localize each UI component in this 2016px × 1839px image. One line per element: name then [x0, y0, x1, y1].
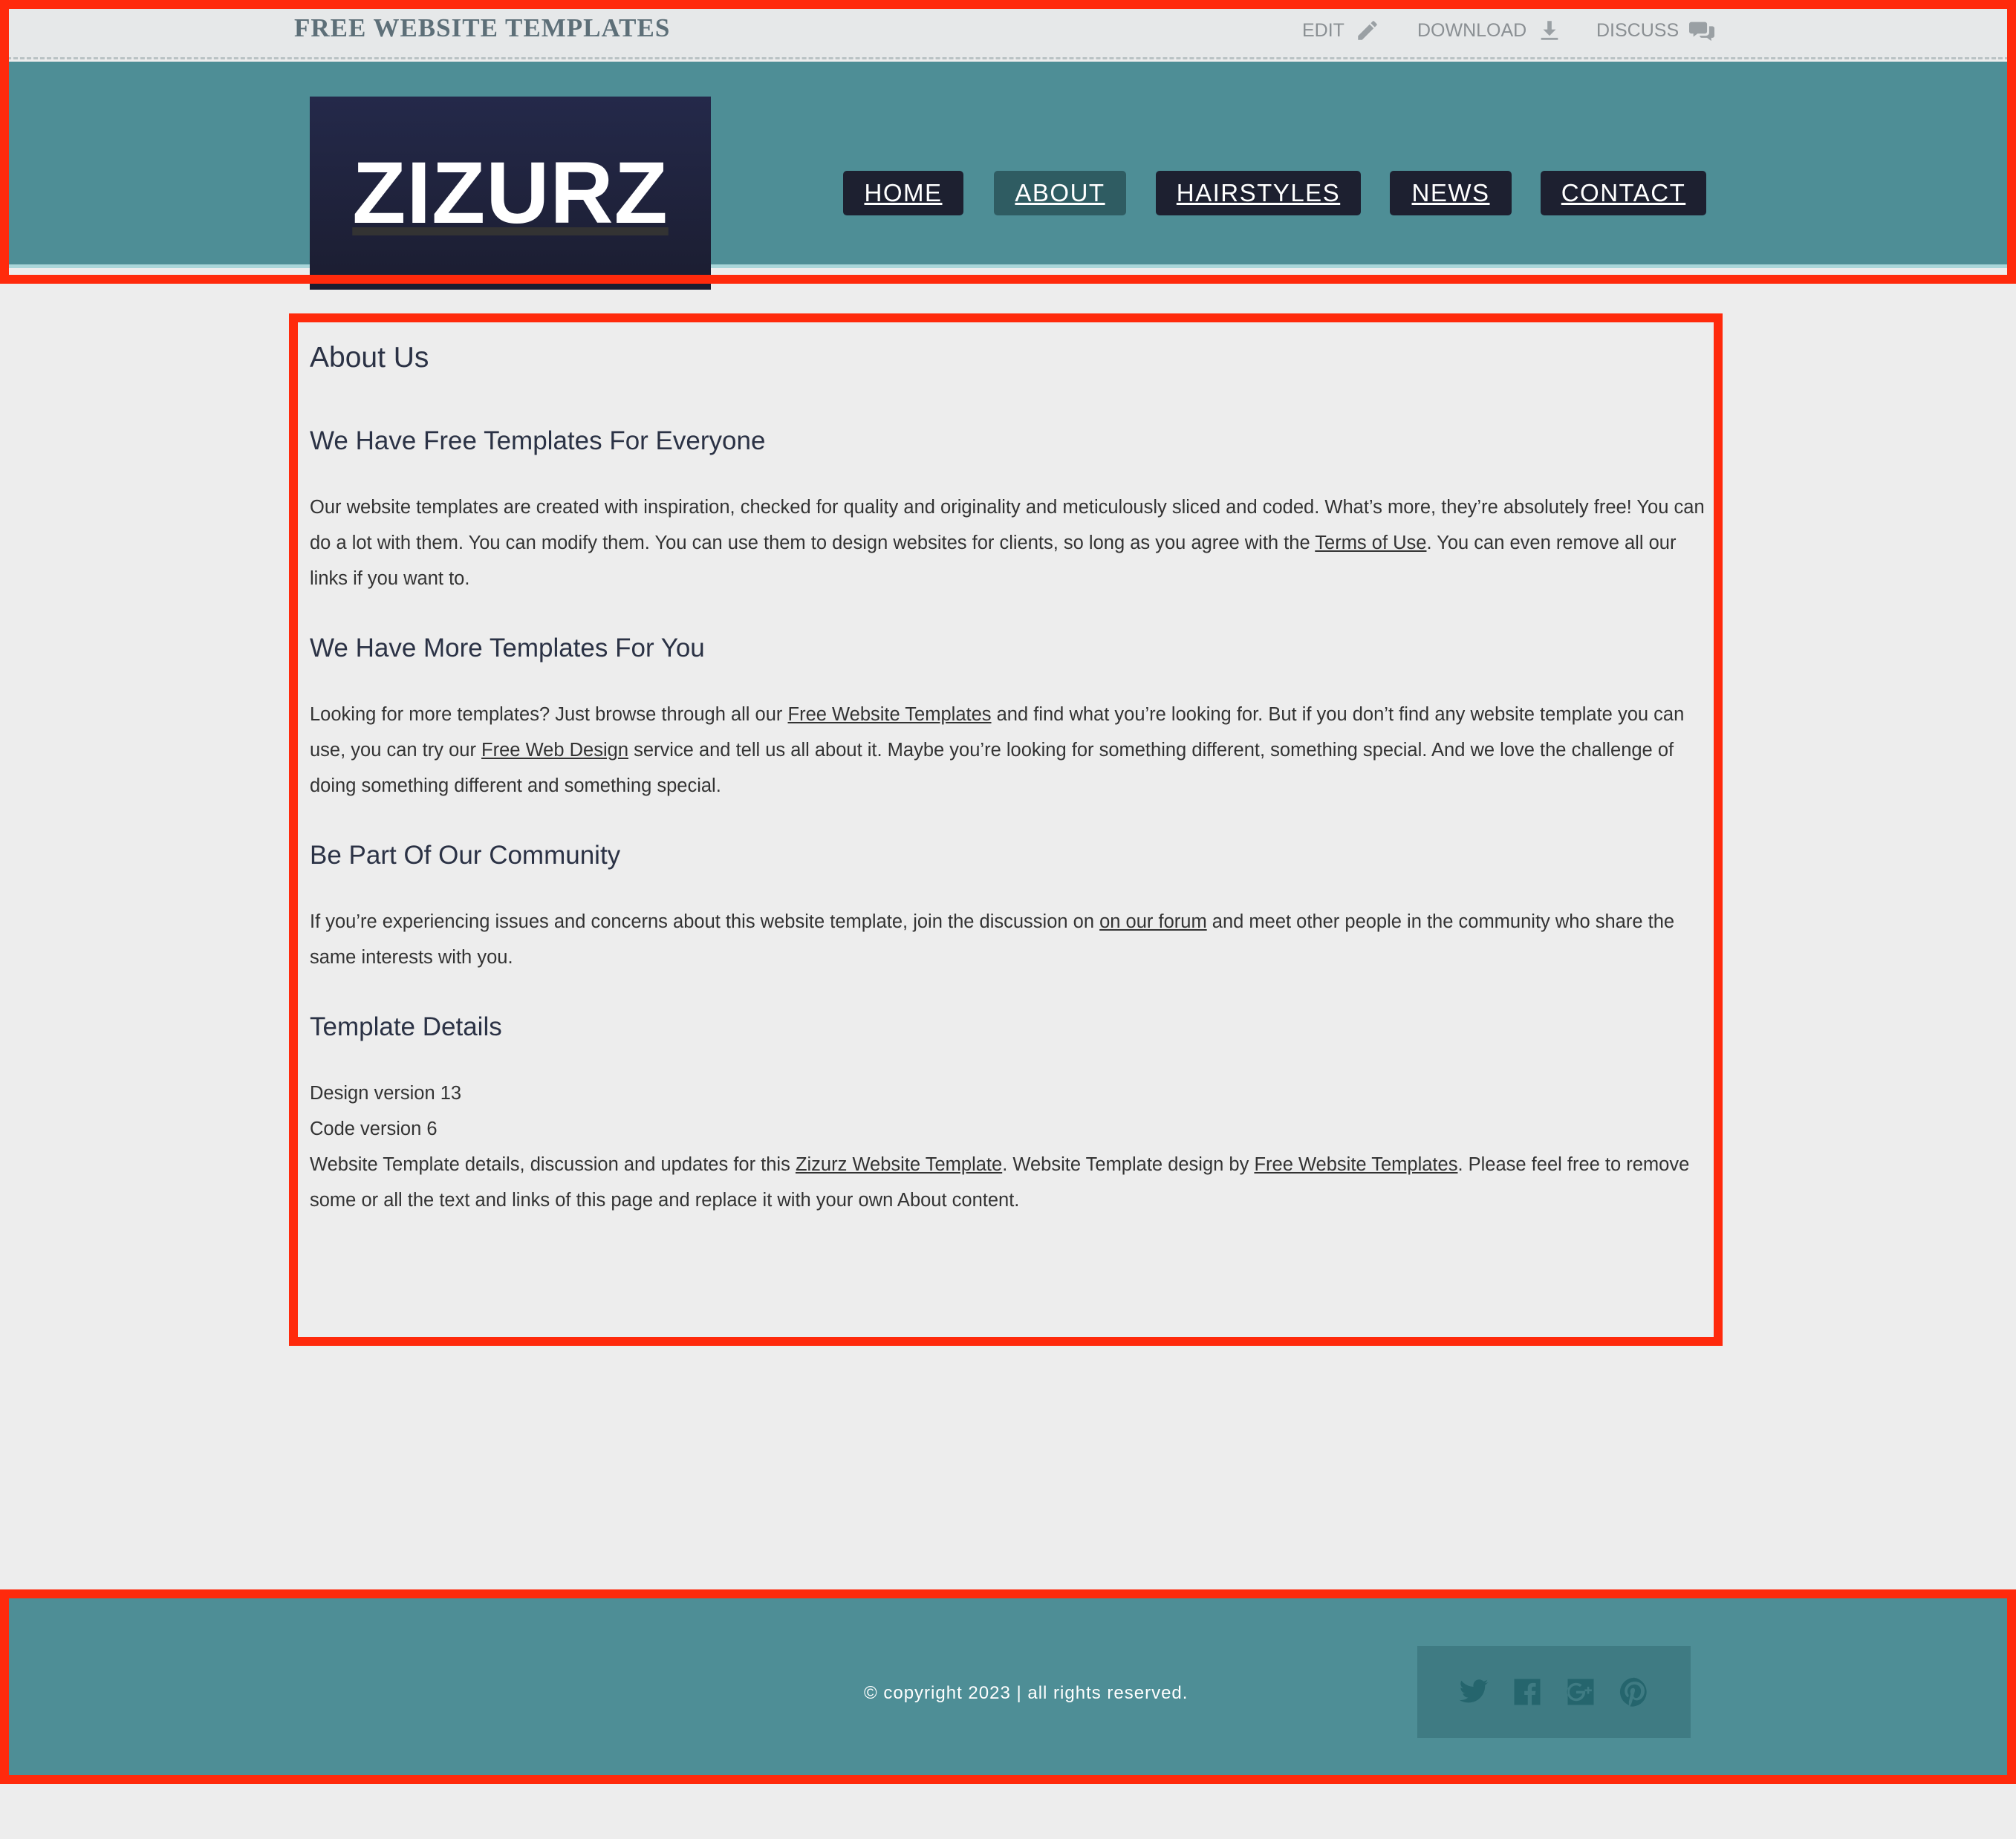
free-website-templates-link[interactable]: Free Website Templates — [788, 704, 992, 725]
main-content: About Us We Have Free Templates For Ever… — [310, 342, 1711, 1218]
design-version: Design version 13 — [310, 1083, 462, 1104]
logo-text: ZIZURZ — [352, 144, 669, 242]
section-heading-free-templates: We Have Free Templates For Everyone — [310, 426, 766, 455]
terms-of-use-link[interactable]: Terms of Use — [1315, 533, 1426, 553]
download-icon — [1541, 21, 1558, 40]
discuss-label: DISCUSS — [1596, 19, 1680, 41]
text-span: . Website Template design by — [1002, 1154, 1255, 1175]
section-text-community: If you’re experiencing issues and concer… — [310, 904, 1711, 975]
page-title: About Us — [310, 342, 429, 374]
section-heading-community: Be Part Of Our Community — [310, 841, 621, 870]
download-link[interactable]: DOWNLOAD — [1417, 18, 1562, 43]
site-footer: © copyright 2023 | all rights reserved. — [0, 1591, 2016, 1777]
section-text-free-templates: Our website templates are created with i… — [310, 489, 1711, 596]
pencil-icon — [1358, 21, 1377, 40]
section-text-template-details: Website Template details, discussion and… — [310, 1147, 1711, 1218]
forum-link[interactable]: on our forum — [1099, 911, 1207, 932]
nav-contact[interactable]: CONTACT — [1541, 171, 1706, 215]
nav-news[interactable]: NEWS — [1390, 171, 1512, 215]
site-label[interactable]: FREE WEBSITE TEMPLATES — [294, 13, 670, 43]
top-utility-bar: FREE WEBSITE TEMPLATES EDIT DOWNLOAD DIS… — [0, 0, 2016, 59]
download-label: DOWNLOAD — [1417, 19, 1527, 41]
site-logo[interactable]: ZIZURZ — [310, 97, 711, 290]
section-text-more-templates: Looking for more templates? Just browse … — [310, 697, 1711, 804]
nav-hairstyles[interactable]: HAIRSTYLES — [1156, 171, 1361, 215]
text-span: If you’re experiencing issues and concer… — [310, 911, 1100, 932]
text-span: Looking for more templates? Just browse … — [310, 704, 788, 725]
code-version: Code version 6 — [310, 1119, 438, 1139]
section-heading-more-templates: We Have More Templates For You — [310, 634, 705, 663]
social-links — [1417, 1646, 1691, 1738]
free-website-templates-credit-link[interactable]: Free Website Templates — [1254, 1154, 1457, 1175]
twitter-icon[interactable] — [1458, 1676, 1489, 1708]
site-header — [0, 62, 2016, 268]
section-heading-template-details: Template Details — [310, 1012, 502, 1041]
edit-label: EDIT — [1302, 19, 1344, 41]
text-span: Website Template details, discussion and… — [310, 1154, 796, 1175]
nav-home[interactable]: HOME — [843, 171, 963, 215]
nav-about[interactable]: ABOUT — [994, 171, 1126, 215]
edit-link[interactable]: EDIT — [1302, 18, 1380, 43]
facebook-icon[interactable] — [1512, 1676, 1543, 1708]
free-web-design-link[interactable]: Free Web Design — [481, 740, 628, 761]
copyright-text: © copyright 2023 | all rights reserved. — [864, 1683, 1189, 1703]
speech-bubble-icon — [1689, 22, 1715, 42]
google-plus-icon[interactable] — [1565, 1676, 1596, 1708]
discuss-link[interactable]: DISCUSS — [1596, 18, 1715, 43]
zizurz-template-link[interactable]: Zizurz Website Template — [796, 1154, 1002, 1175]
pinterest-icon[interactable] — [1619, 1676, 1650, 1708]
